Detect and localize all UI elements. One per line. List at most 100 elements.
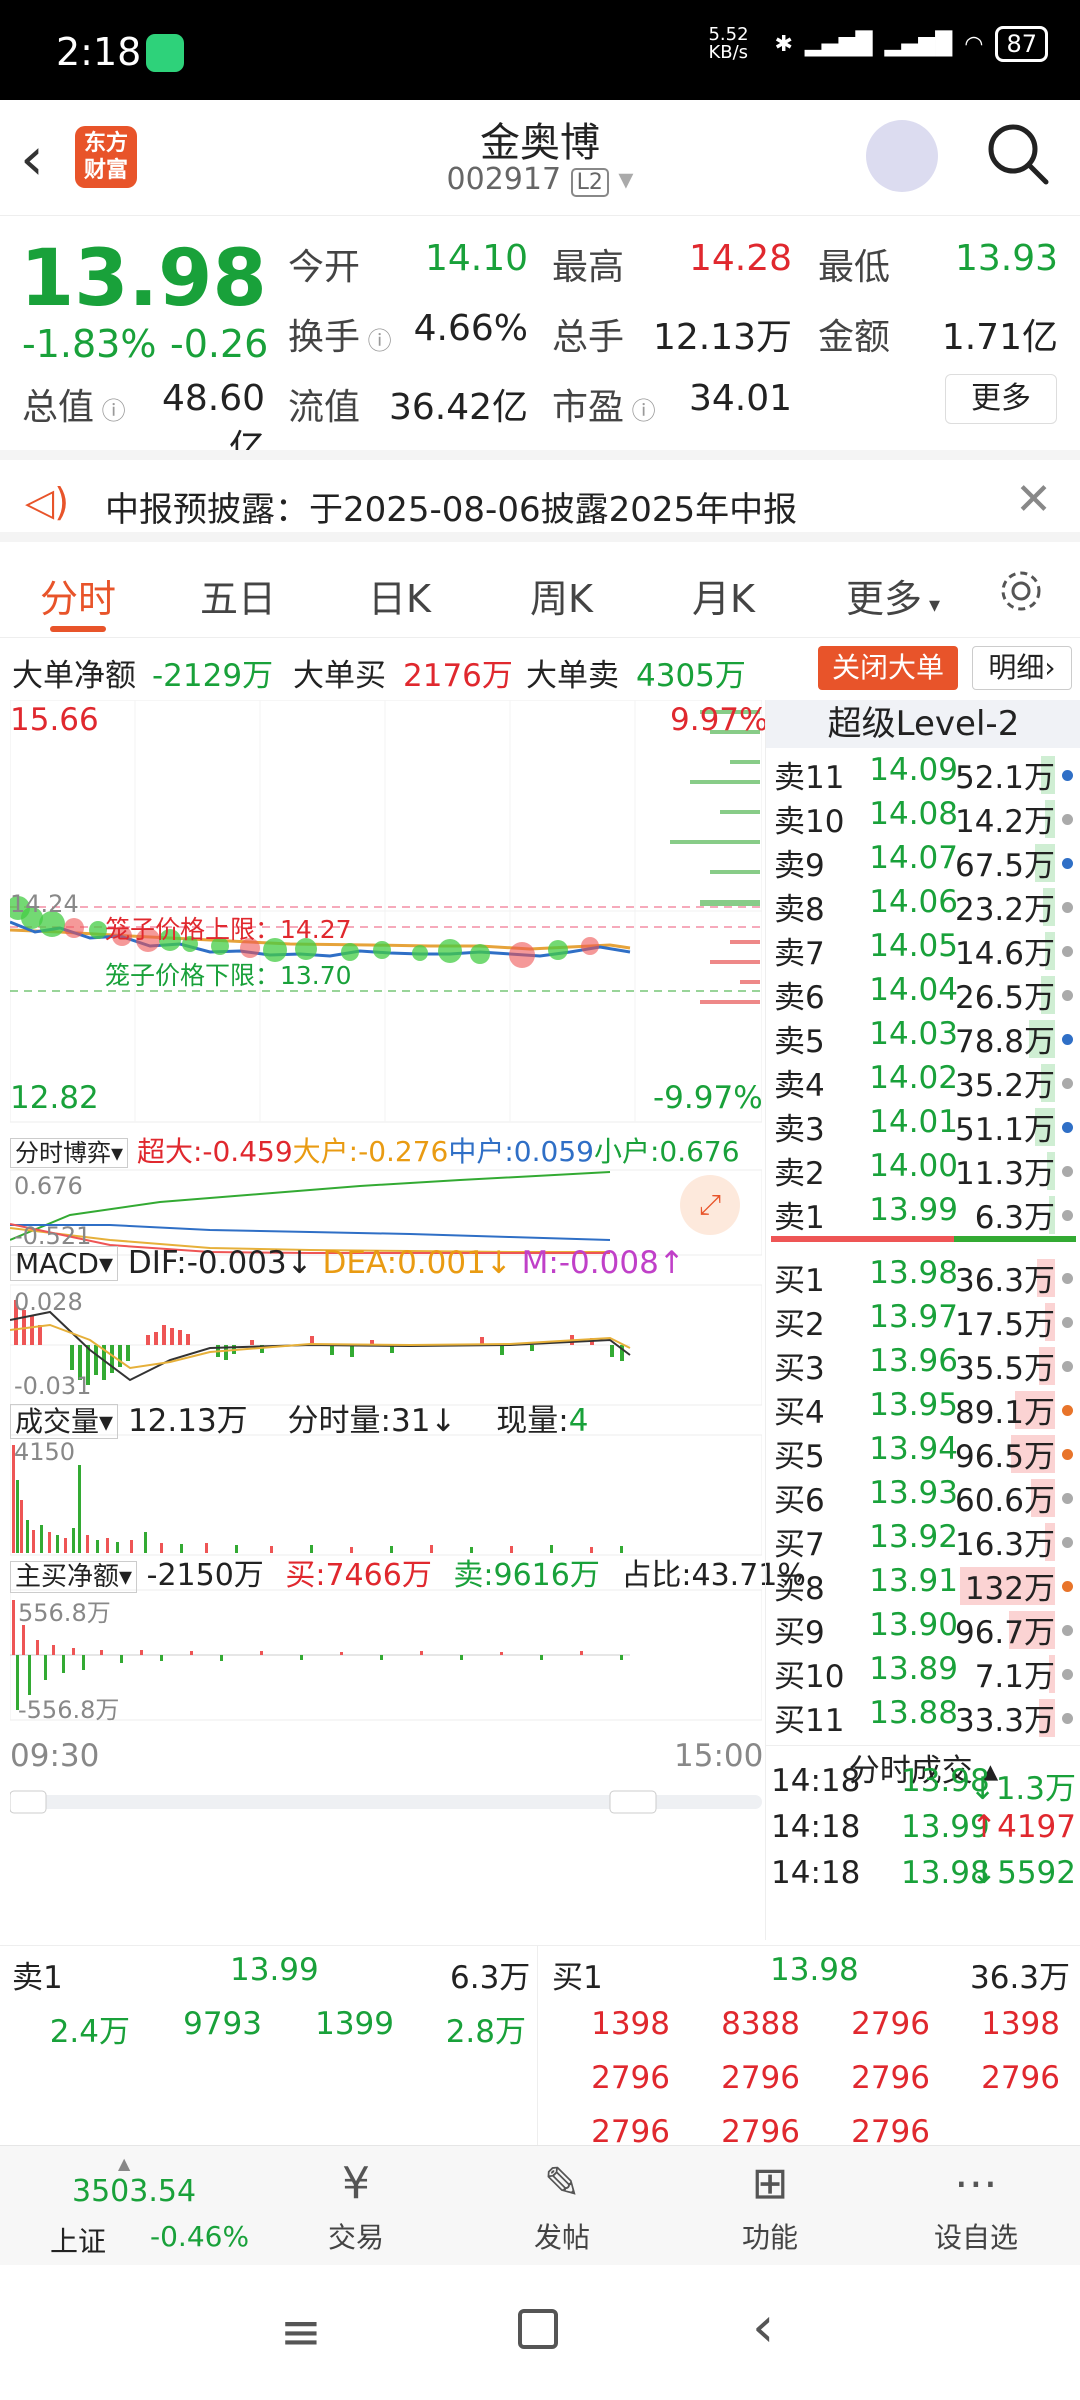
nav-post[interactable]: ✎ 发帖 [492,2158,632,2256]
bid-level-row[interactable]: 买8 13.91 132万 [766,1563,1080,1607]
bid-level-row[interactable]: 买9 13.90 96.7万 [766,1607,1080,1651]
flow-selector[interactable]: 分时博弈▾ [10,1138,129,1168]
search-icon[interactable] [984,120,1052,188]
level-price: 14.03 [869,1016,958,1052]
back-nav-icon[interactable]: ‹ [752,2295,774,2360]
level-price: 13.97 [869,1299,958,1335]
ask-level-row[interactable]: 卖8 14.06 23.2万 [766,884,1080,928]
level-price: 13.90 [869,1607,958,1643]
tab-intraday[interactable]: 分时 [40,568,116,623]
nav-watchlist[interactable]: ⋯ 设自选 [906,2158,1046,2256]
close-big-order-button[interactable]: 关闭大单 [818,646,958,690]
bid-queue: 买1 13.98 36.3万 1398 8388 2796 1398 2796 2796 2… [540,1946,1080,2146]
ask-level-row[interactable]: 卖1 13.99 6.3万 [766,1192,1080,1236]
tick-time: 14:18 [771,1855,861,1891]
signal-icon-2: ▂▄▆█ [884,31,953,57]
nav-function[interactable]: ⊞ 功能 [700,2158,840,2256]
bid-level-row[interactable]: 买7 13.92 16.3万 [766,1519,1080,1563]
level-volume: 26.5万 [954,980,1055,1016]
float-value: 36.42亿 [388,387,528,428]
bid-level-row[interactable]: 买1 13.98 36.3万 [766,1255,1080,1299]
bid-queue-item: 1398 [981,2006,1060,2042]
tab-more[interactable]: 更多 ▾ [846,568,940,623]
close-icon[interactable]: ✕ [1015,474,1052,525]
level-price: 13.89 [869,1651,958,1687]
ask-level-row[interactable]: 卖9 14.07 67.5万 [766,840,1080,884]
ask-level-row[interactable]: 卖7 14.05 14.6万 [766,928,1080,972]
bid-level-row[interactable]: 买2 13.97 17.5万 [766,1299,1080,1343]
bid-level-row[interactable]: 买6 13.93 60.6万 [766,1475,1080,1519]
wifi-icon: ◠ [964,31,984,57]
level-volume: 16.3万 [954,1527,1055,1563]
tab-monthly[interactable]: 月K [692,568,755,623]
level-dot [1062,1361,1073,1372]
flow-max: 0.676 [14,1172,83,1200]
volume-selector[interactable]: 成交量▾ [10,1404,119,1439]
status-time: 2:18 [56,30,142,74]
time-end: 15:00 [674,1738,764,1774]
level-name: 卖10 [774,804,845,840]
bid-queue-item: 2796 [851,2060,930,2096]
bid-level-row[interactable]: 买3 13.96 35.5万 [766,1343,1080,1387]
level-name: 买6 [774,1483,825,1519]
settings-gear-icon[interactable] [996,566,1046,616]
bid-level-row[interactable]: 买5 13.94 96.5万 [766,1431,1080,1475]
bid-level-row[interactable]: 买10 13.89 7.1万 [766,1651,1080,1695]
last-price: 13.98 [20,234,267,324]
level-badge: L2 [570,168,609,197]
volume-minute: 分时量:31↓ [287,1403,457,1439]
turnover-value: 4.66% [413,308,528,349]
tab-weekly[interactable]: 周K [530,568,593,623]
level-dot [1062,990,1073,1001]
level-price: 14.09 [869,752,958,788]
intraday-chart-area[interactable]: ⤢ 15.66 9.97% 14.24 笼子价格上限：14.27 笼子价格下限：… [10,700,806,1940]
ask-level-row[interactable]: 卖2 14.00 11.3万 [766,1148,1080,1192]
ask-level-row[interactable]: 卖10 14.08 14.2万 [766,796,1080,840]
ask-level-row[interactable]: 卖4 14.02 35.2万 [766,1060,1080,1104]
level-volume: 96.5万 [954,1439,1055,1475]
flow-legend: 分时博弈▾ 超大:-0.459大户:-0.276中户:0.059小户:0.676 [10,1130,762,1168]
level-name: 卖4 [774,1068,825,1104]
level-name: 卖3 [774,1112,825,1148]
level-dot [1062,858,1073,869]
high-value: 14.28 [688,238,792,279]
ask-queue: 卖1 13.99 6.3万 2.4万 9793 1399 2.8万 [0,1946,538,2146]
tab-5day[interactable]: 五日 [200,568,276,623]
home-icon[interactable] [518,2309,558,2349]
ask-level-row[interactable]: 卖6 14.04 26.5万 [766,972,1080,1016]
bid-level-row[interactable]: 买11 13.88 33.3万 [766,1695,1080,1739]
assistant-robot-icon[interactable] [866,120,938,192]
tick-volume: ↓5592 [971,1855,1076,1891]
ask-level-row[interactable]: 卖3 14.01 51.1万 [766,1104,1080,1148]
level-volume: 35.2万 [954,1068,1055,1104]
nav-trade[interactable]: ¥ 交易 [286,2158,426,2256]
net-selector[interactable]: 主买净额▾ [10,1561,138,1593]
level-volume: 33.3万 [954,1703,1055,1739]
level2-title[interactable]: 超级Level-2 [766,700,1080,748]
notice-banner[interactable]: ◁) 中报预披露：于2025-08-06披露2025年中报 ✕ [0,450,1080,542]
macd-selector[interactable]: MACD▾ [10,1246,118,1281]
level-name: 卖7 [774,936,825,972]
stock-code-text: 002917 [446,162,562,197]
ask-level-row[interactable]: 卖5 14.03 78.8万 [766,1016,1080,1060]
tick-list: 14:18 13.98 ↓1.3万 14:18 13.99 ↑4197 14:18 13.98… [765,1755,1080,1940]
level-name: 买7 [774,1527,825,1563]
turnover-label: 换手 ⓘ [288,317,392,358]
queue-ask-price: 13.99 [230,1952,319,1988]
ask-level-row[interactable]: 卖11 14.09 52.1万 [766,752,1080,796]
chart-bottom-price: 12.82 [10,1080,99,1116]
level-name: 买8 [774,1571,825,1607]
volume-total: 12.13万 [127,1403,248,1439]
cage-lower-label: 笼子价格下限：13.70 [105,961,352,990]
level-name: 卖5 [774,1024,825,1060]
menu-icon[interactable]: ≡ [280,2303,322,2361]
level-name: 卖6 [774,980,825,1016]
tab-daily[interactable]: 日K [368,568,431,623]
detail-button[interactable]: 明细› [972,646,1072,690]
chart-canvas: ⤢ [10,700,762,1814]
level-price: 13.99 [869,1192,958,1228]
more-button[interactable]: 更多 [945,374,1057,424]
high-label: 最高 [552,247,625,288]
bid-level-row[interactable]: 买4 13.95 89.1万 [766,1387,1080,1431]
level-volume: 60.6万 [954,1483,1055,1519]
